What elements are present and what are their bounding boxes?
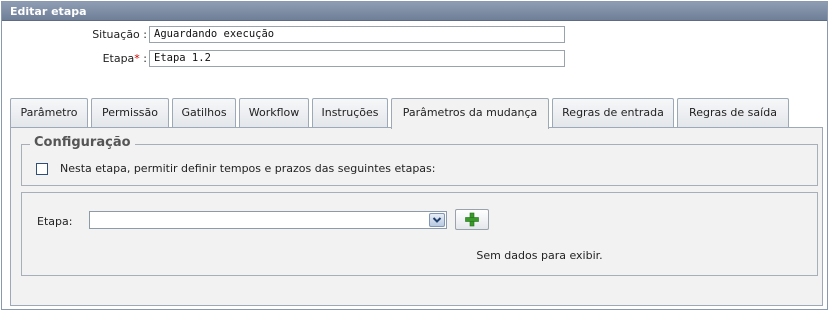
etapa-field[interactable]: Etapa 1.2: [149, 50, 565, 67]
tab-instrucoes[interactable]: Instruções: [312, 98, 388, 128]
etapa-label-suffix: :: [139, 52, 147, 65]
chevron-down-glyph: [432, 217, 442, 223]
etapa-select[interactable]: [89, 211, 447, 229]
permitir-tempos-checkbox[interactable]: [36, 163, 48, 175]
tab-content: Configuração Nesta etapa, permitir defin…: [10, 127, 823, 306]
empty-message: Sem dados para exibir.: [476, 249, 603, 262]
configuracao-legend: Configuração: [30, 135, 135, 150]
edit-stage-panel: Editar etapa Situação : Aguardando execu…: [1, 1, 828, 310]
panel-title: Editar etapa: [10, 5, 87, 18]
tab-parametros-da-mudanca[interactable]: Parâmetros da mudança: [391, 98, 549, 129]
tab-regras-de-saida[interactable]: Regras de saída: [677, 98, 789, 128]
tab-workflow[interactable]: Workflow: [239, 98, 309, 128]
add-etapa-button[interactable]: [455, 209, 489, 230]
tab-parametro[interactable]: Parâmetro: [10, 98, 88, 128]
grid-etapa-label: Etapa:: [37, 215, 73, 228]
tab-permissao[interactable]: Permissão: [91, 98, 169, 128]
situacao-field[interactable]: Aguardando execução: [149, 26, 565, 43]
configuracao-fieldset: Configuração Nesta etapa, permitir defin…: [21, 135, 818, 186]
situacao-label: Situação :: [92, 28, 147, 41]
etapa-label-text: Etapa: [102, 52, 135, 65]
tab-gatilhos[interactable]: Gatilhos: [172, 98, 236, 128]
empty-message-row: Sem dados para exibir.: [22, 249, 817, 262]
panel-header: Editar etapa: [2, 2, 827, 21]
tab-regras-de-entrada[interactable]: Regras de entrada: [552, 98, 674, 128]
etapa-label: Etapa* :: [7, 52, 147, 65]
permitir-tempos-label: Nesta etapa, permitir definir tempos e p…: [60, 162, 436, 175]
etapas-grid: Etapa: Sem dados para exibir.: [21, 192, 818, 276]
chevron-down-icon[interactable]: [429, 213, 445, 227]
plus-icon: [465, 212, 479, 227]
